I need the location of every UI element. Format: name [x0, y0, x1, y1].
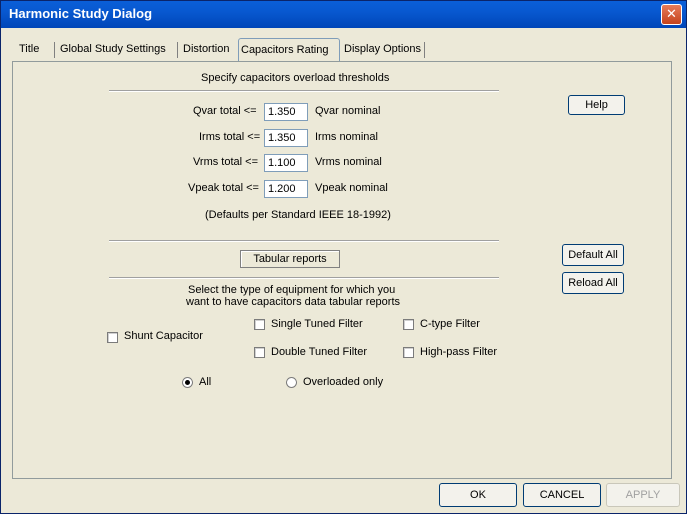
overload-heading: Specify capacitors overload thresholds: [201, 72, 390, 84]
vpeak-input[interactable]: 1.200: [264, 180, 308, 198]
title-bar[interactable]: Harmonic Study Dialog ✕: [1, 1, 686, 28]
divider: [109, 90, 499, 92]
window-title: Harmonic Study Dialog: [9, 6, 153, 21]
single-tuned-filter-label[interactable]: Single Tuned Filter: [271, 318, 363, 330]
c-type-filter-checkbox[interactable]: [403, 319, 414, 330]
tab-display-options[interactable]: Display Options: [342, 40, 423, 61]
cancel-button[interactable]: CANCEL: [523, 483, 601, 507]
irms-input[interactable]: 1.350: [264, 129, 308, 147]
tab-separator: [54, 42, 55, 58]
high-pass-filter-label[interactable]: High-pass Filter: [420, 346, 497, 358]
default-all-button[interactable]: Default All: [562, 244, 624, 266]
qvar-input[interactable]: 1.350: [264, 103, 308, 121]
vpeak-label: Vpeak total <=: [188, 182, 259, 194]
vrms-unit: Vrms nominal: [315, 156, 382, 168]
divider: [109, 240, 499, 242]
irms-label: Irms total <=: [199, 131, 261, 143]
shunt-capacitor-checkbox[interactable]: [107, 332, 118, 343]
tabular-instruction-line2: want to have capacitors data tabular rep…: [186, 296, 401, 308]
apply-button[interactable]: APPLY: [606, 483, 680, 507]
vpeak-unit: Vpeak nominal: [315, 182, 388, 194]
scope-overloaded-only-label[interactable]: Overloaded only: [303, 376, 383, 388]
irms-unit: Irms nominal: [315, 131, 378, 143]
tab-capacitors-rating[interactable]: Capacitors Rating: [238, 38, 340, 61]
high-pass-filter-checkbox[interactable]: [403, 347, 414, 358]
tab-separator: [424, 42, 425, 58]
help-button[interactable]: Help: [568, 95, 625, 115]
tab-title[interactable]: Title: [17, 40, 41, 61]
tab-separator: [177, 42, 178, 58]
qvar-label: Qvar total <=: [193, 105, 257, 117]
tab-distortion[interactable]: Distortion: [181, 40, 231, 61]
tab-global-study-settings[interactable]: Global Study Settings: [58, 40, 168, 61]
ok-button[interactable]: OK: [439, 483, 517, 507]
tabular-reports-label: Tabular reports: [240, 250, 340, 268]
capacitors-rating-panel: [12, 61, 672, 479]
tabular-instruction-line1: Select the type of equipment for which y…: [188, 284, 396, 296]
shunt-capacitor-label[interactable]: Shunt Capacitor: [124, 330, 203, 342]
harmonic-study-dialog: Harmonic Study Dialog ✕ Title Global Stu…: [0, 0, 687, 514]
close-button[interactable]: ✕: [661, 4, 682, 25]
c-type-filter-label[interactable]: C-type Filter: [420, 318, 480, 330]
reload-all-button[interactable]: Reload All: [562, 272, 624, 294]
close-icon: ✕: [666, 7, 677, 22]
scope-all-radio[interactable]: [182, 377, 193, 388]
divider: [109, 277, 499, 279]
scope-all-label[interactable]: All: [199, 376, 211, 388]
vrms-input[interactable]: 1.100: [264, 154, 308, 172]
defaults-note: (Defaults per Standard IEEE 18-1992): [205, 209, 391, 221]
qvar-unit: Qvar nominal: [315, 105, 381, 117]
double-tuned-filter-label[interactable]: Double Tuned Filter: [271, 346, 367, 358]
vrms-label: Vrms total <=: [193, 156, 259, 168]
dialog-button-bar: OK CANCEL APPLY: [1, 479, 686, 513]
double-tuned-filter-checkbox[interactable]: [254, 347, 265, 358]
scope-overloaded-only-radio[interactable]: [286, 377, 297, 388]
single-tuned-filter-checkbox[interactable]: [254, 319, 265, 330]
